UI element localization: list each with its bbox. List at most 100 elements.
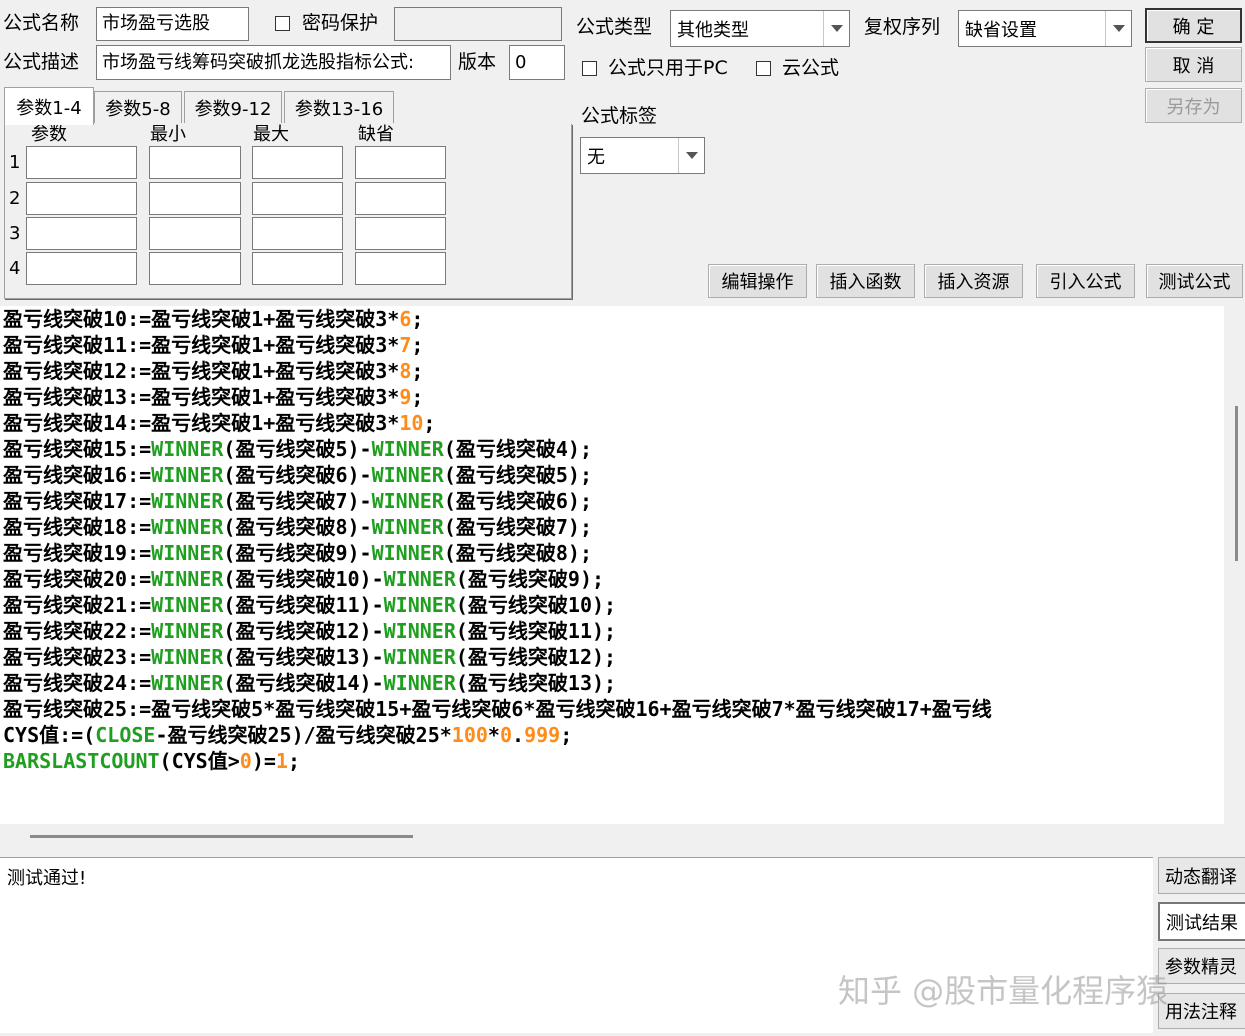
usage-notes-button[interactable]: 用法注释 [1158,993,1245,1029]
code-text: 盈亏线突破16:= [3,463,152,487]
test-result-button[interactable]: 测试结果 [1158,902,1245,941]
code-keyword: WINNER [151,645,224,669]
code-line: BARSLASTCOUNT(CYS值>0)=1; [0,748,1224,774]
param-3-name-input[interactable] [26,217,137,250]
code-editor[interactable]: 盈亏线突破10:=盈亏线突破1+盈亏线突破3*6; 盈亏线突破11:=盈亏线突破1… [0,306,1224,824]
adjust-sequence-label: 复权序列 [864,16,941,38]
tab-params-13-16[interactable]: 参数13-16 [284,91,394,123]
code-text: 盈亏线突破11:=盈亏线突破1+盈亏线突破3* [3,333,400,357]
code-number: 10 [399,411,424,435]
code-text: (盈亏线突破7)- [223,489,372,513]
cloud-formula-label: 云公式 [782,57,840,79]
dynamic-translate-button[interactable]: 动态翻译 [1158,857,1245,894]
code-text: ; [287,749,300,773]
horizontal-scrollbar[interactable] [0,824,1245,854]
code-text: (盈亏线突破6); [443,489,593,513]
cancel-button[interactable]: 取 消 [1145,47,1242,82]
code-number: 8 [399,359,412,383]
formula-desc-input[interactable]: 市场盈亏线筹码突破抓龙选股指标公式: [96,45,451,80]
param-4-max-input[interactable] [252,252,343,285]
code-keyword: WINNER [383,593,456,617]
code-text: ; [423,411,436,435]
chevron-down-icon[interactable] [1105,11,1131,46]
param-2-min-input[interactable] [149,182,241,215]
test-formula-button[interactable]: 测试公式 [1146,264,1243,298]
code-keyword: WINNER [151,567,224,591]
insert-function-button[interactable]: 插入函数 [816,264,915,298]
code-keyword: WINNER [383,645,456,669]
code-number: 0 [239,749,252,773]
param-2-name-input[interactable] [26,182,137,215]
formula-name-label: 公式名称 [3,12,80,34]
code-keyword: WINNER [371,463,444,487]
vertical-scrollbar-thumb[interactable] [1235,406,1238,561]
formula-type-value: 其他类型 [677,19,749,41]
tab-params-5-8[interactable]: 参数5-8 [94,91,182,123]
param-wizard-button[interactable]: 参数精灵 [1158,948,1245,984]
code-keyword: WINNER [151,515,224,539]
params-header-default: 缺省 [358,124,394,145]
code-line: 盈亏线突破24:=WINNER(盈亏线突破14)-WINNER(盈亏线突破13)… [0,670,1224,696]
param-row-1-label: 1 [9,152,21,173]
horizontal-scrollbar-thumb[interactable] [30,835,413,838]
code-keyword: WINNER [151,463,224,487]
password-protect-checkbox[interactable] [275,16,290,31]
param-1-max-input[interactable] [252,146,343,179]
adjust-sequence-select[interactable]: 缺省设置 [958,10,1132,47]
version-input[interactable]: 0 [509,45,565,80]
save-as-button: 另存为 [1145,88,1242,123]
code-text: 盈亏线突破15:= [3,437,152,461]
code-line: 盈亏线突破16:=WINNER(盈亏线突破6)-WINNER(盈亏线突破5); [0,462,1224,488]
code-number: 7 [399,333,412,357]
code-text: 盈亏线突破24:= [3,671,152,695]
import-formula-button[interactable]: 引入公式 [1036,264,1135,298]
code-keyword: WINNER [383,671,456,695]
formula-tag-select[interactable]: 无 [580,137,705,174]
param-1-name-input[interactable] [26,146,137,179]
insert-resource-button[interactable]: 插入资源 [924,264,1023,298]
code-line: 盈亏线突破12:=盈亏线突破1+盈亏线突破3*8; [0,358,1224,384]
param-3-max-input[interactable] [252,217,343,250]
code-text: 盈亏线突破25:=盈亏线突破5*盈亏线突破15+盈亏线突破6*盈亏线突破16+盈… [3,697,992,721]
code-number: 6 [399,307,412,331]
code-text: 盈亏线突破23:= [3,645,152,669]
code-text: 盈亏线突破20:= [3,567,152,591]
tab-params-1-4[interactable]: 参数1-4 [4,87,94,125]
chevron-down-icon[interactable] [678,138,704,173]
formula-type-select[interactable]: 其他类型 [670,10,850,47]
tab-params-9-12[interactable]: 参数9-12 [184,91,282,123]
param-1-min-input[interactable] [149,146,241,179]
code-text: ; [411,385,424,409]
code-keyword: WINNER [371,437,444,461]
code-text: (盈亏线突破5)- [223,437,372,461]
version-label: 版本 [458,51,497,73]
cloud-formula-checkbox[interactable] [756,61,771,76]
code-line: CYS值:=(CLOSE-盈亏线突破25)/盈亏线突破25*100*0.999; [0,722,1224,748]
code-keyword: WINNER [383,619,456,643]
edit-operations-button[interactable]: 编辑操作 [708,264,807,298]
vertical-scrollbar[interactable] [1226,306,1245,824]
param-2-default-input[interactable] [355,182,446,215]
formula-name-input[interactable]: 市场盈亏选股 [96,7,249,41]
code-number: 100 [451,723,488,747]
code-text: (盈亏线突破12)- [223,619,384,643]
code-keyword: WINNER [151,593,224,617]
param-2-max-input[interactable] [252,182,343,215]
pc-only-checkbox[interactable] [582,61,597,76]
code-text: 盈亏线突破12:=盈亏线突破1+盈亏线突破3* [3,359,400,383]
chevron-down-icon[interactable] [823,11,849,46]
code-number: 9 [399,385,412,409]
formula-tag-label: 公式标签 [581,105,658,127]
code-text: (盈亏线突破5); [443,463,593,487]
ok-button[interactable]: 确 定 [1145,8,1242,43]
param-3-default-input[interactable] [355,217,446,250]
param-4-name-input[interactable] [26,252,137,285]
code-keyword: WINNER [151,489,224,513]
code-text: 盈亏线突破14:=盈亏线突破1+盈亏线突破3* [3,411,400,435]
code-text: ; [411,359,424,383]
param-3-min-input[interactable] [149,217,241,250]
param-4-min-input[interactable] [149,252,241,285]
param-4-default-input[interactable] [355,252,446,285]
param-row-4-label: 4 [9,258,21,279]
param-1-default-input[interactable] [355,146,446,179]
